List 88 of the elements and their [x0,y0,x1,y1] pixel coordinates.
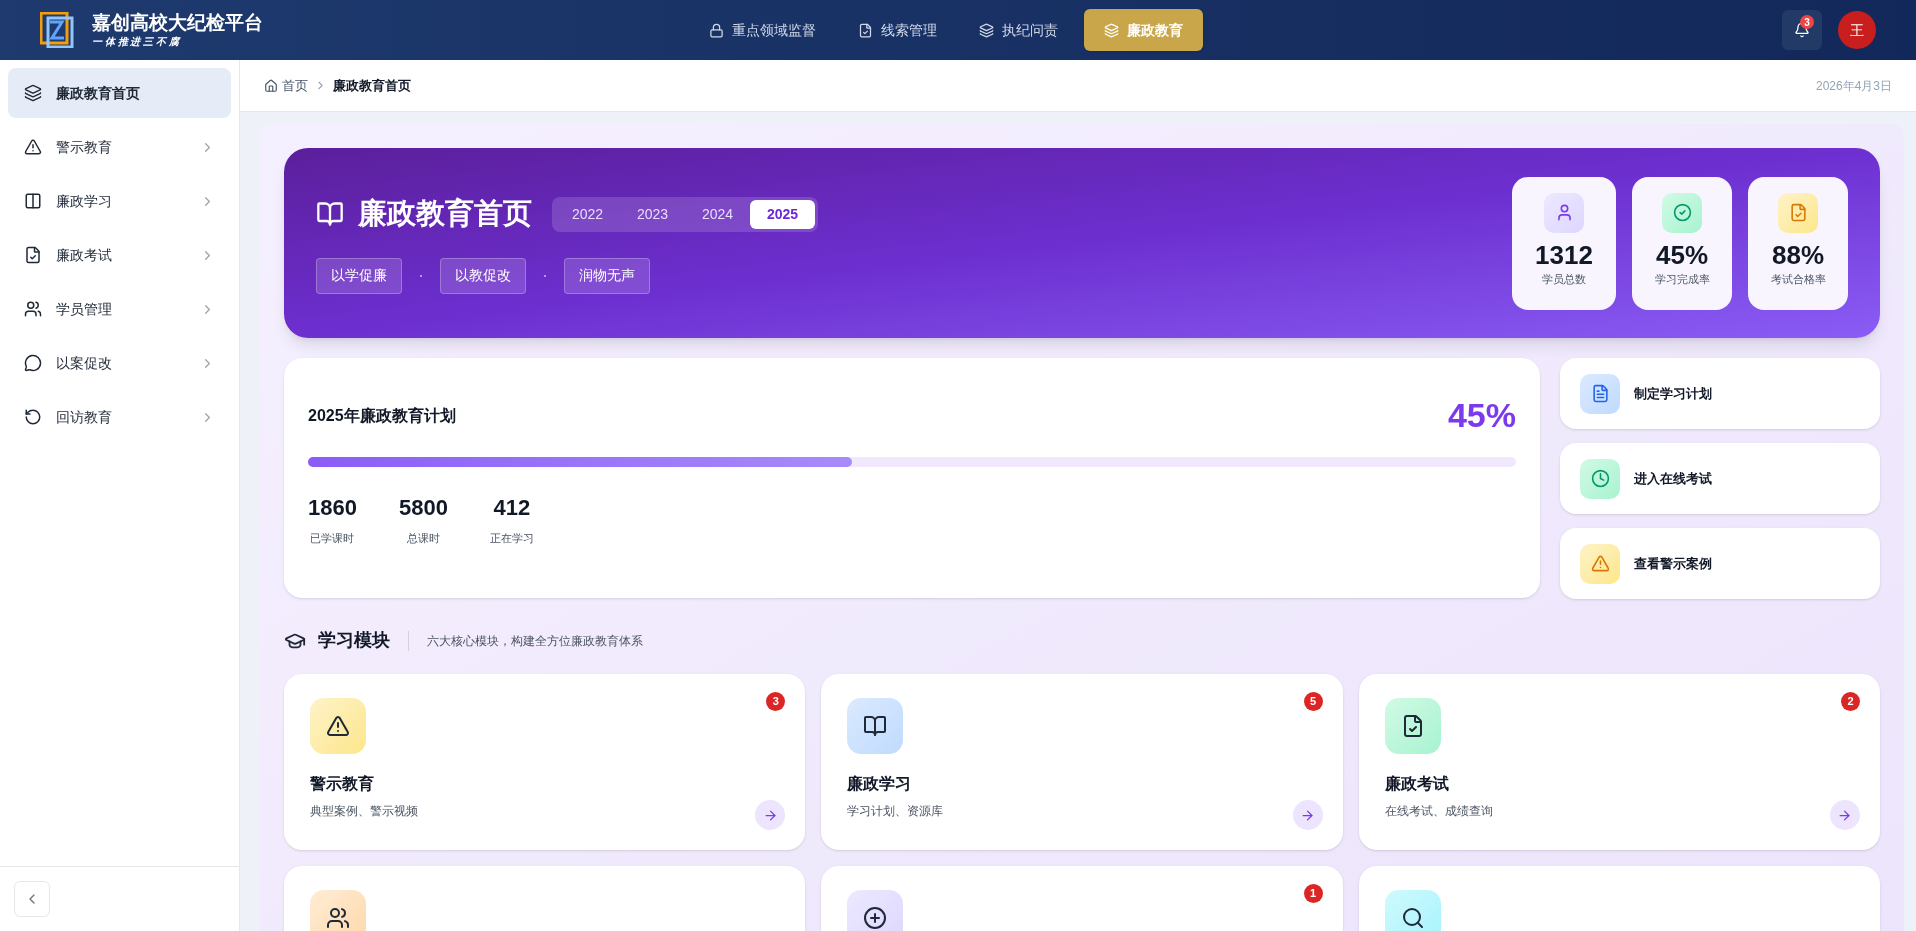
plan-title: 2025年廉政教育计划 [308,405,456,426]
people-icon [326,906,350,930]
check-circle-icon [1672,203,1692,222]
stat-value: 1312 [1535,238,1593,271]
year-tab[interactable]: 2023 [620,199,685,229]
breadcrumb-link[interactable]: 首页 [282,75,308,96]
user-avatar[interactable]: 王 [1838,11,1876,49]
arrow-button[interactable] [1292,800,1323,830]
app-slogan: 一 体 推 进 三 不 腐 [92,35,182,49]
quick-action-card[interactable]: 查看警示案例 [1560,528,1880,599]
metric-label: 已学课时 [310,531,355,546]
plus-circle-icon [863,906,888,930]
metric-value: 1860 [308,494,357,522]
quick-action-card[interactable]: 进入在线考试 [1560,443,1880,514]
hero-tag: 润物无声 [564,257,650,294]
year-tab[interactable]: 2022 [555,199,620,229]
stat-value: 45% [1655,238,1708,271]
stat-label: 学员总数 [1542,271,1586,287]
hero-title: 廉政教育首页 [358,196,532,232]
module-card[interactable]: 2 廉政考试 在线考试、成绩查询 [1358,674,1880,850]
stat-value: 88% [1771,238,1824,271]
arrow-right-icon [762,807,778,823]
lock-icon [709,22,724,38]
document-check-icon [1788,203,1808,222]
rotate-icon [24,408,42,426]
sidebar-item[interactable]: 廉政教育首页 [8,68,231,118]
module-card[interactable]: 5 廉政学习 学习计划、资源库 [821,674,1343,850]
home-icon [264,78,278,93]
module-description: 学习计划、资源库 [847,803,944,820]
count-badge: 1 [1303,884,1323,903]
stat-label: 学习完成率 [1654,271,1710,287]
arrow-right-icon [1300,807,1316,823]
sidebar-item[interactable]: 廉政学习 [8,176,231,226]
book-icon [863,714,888,738]
module-description: 典型案例、警示视频 [310,803,418,820]
arrow-right-icon [1837,807,1853,823]
count-badge: 3 [766,692,786,711]
section-subtitle: 六大核心模块，构建全方位廉政教育体系 [427,632,643,650]
nav-tab[interactable]: 线索管理 [842,9,953,51]
notification-badge: 3 [1800,15,1814,29]
section-title: 学习模块 [318,629,390,652]
metric-value: 412 [493,494,531,522]
module-title: 廉政学习 [847,774,913,794]
hero-tag: 以学促廉 [316,257,402,294]
breadcrumb-current: 廉政教育首页 [333,76,411,95]
app-title: 嘉创高校大纪检平台 [92,11,263,35]
logo-icon [40,12,74,48]
module-card[interactable]: 1 [821,866,1343,931]
metric-label: 总课时 [406,531,440,546]
people-icon [24,300,42,318]
count-badge: 5 [1303,692,1323,711]
module-card[interactable]: 3 警示教育 典型案例、警示视频 [284,674,806,850]
document-icon [858,22,873,38]
sidebar-item[interactable]: 以案促改 [8,338,231,388]
sidebar-item[interactable]: 廉政考试 [8,230,231,280]
module-title: 警示教育 [310,774,375,794]
notification-button[interactable]: 3 [1782,10,1822,50]
module-title: 廉政考试 [1384,774,1450,794]
nav-tab[interactable]: 重点领域监督 [693,9,832,51]
book-icon [316,200,344,228]
year-tab[interactable]: 2025 [750,199,815,229]
layers-icon [979,22,994,38]
arrow-button[interactable] [1830,800,1860,830]
sidebar-item[interactable]: 学员管理 [8,284,231,334]
layers-icon [1104,22,1119,38]
warning-icon [1590,554,1610,573]
sidebar-item[interactable]: 警示教育 [8,122,231,172]
stat-label: 考试合格率 [1770,271,1826,287]
plan-percent: 45% [1447,395,1516,436]
document-check-icon [24,246,42,264]
search-icon [1400,906,1425,930]
warning-icon [326,714,350,738]
module-description: 在线考试、成绩查询 [1384,803,1493,820]
year-tab[interactable]: 2024 [685,199,750,229]
quick-action-card[interactable]: 制定学习计划 [1560,358,1880,429]
nav-tab[interactable]: 执纪问责 [963,9,1074,51]
document-icon [1590,384,1610,403]
layers-icon [24,84,42,102]
count-badge: 2 [1841,692,1860,711]
clock-icon [1590,469,1610,488]
hero-tag: 以教促改 [440,257,526,294]
sidebar-item[interactable]: 回访教育 [8,392,231,442]
metric-value: 5800 [398,494,448,522]
warning-icon [24,138,42,156]
metric-label: 正在学习 [489,531,534,546]
chat-icon [24,354,42,372]
date-text: 2026年4月3日 [1815,77,1892,95]
arrow-button[interactable] [755,800,786,830]
